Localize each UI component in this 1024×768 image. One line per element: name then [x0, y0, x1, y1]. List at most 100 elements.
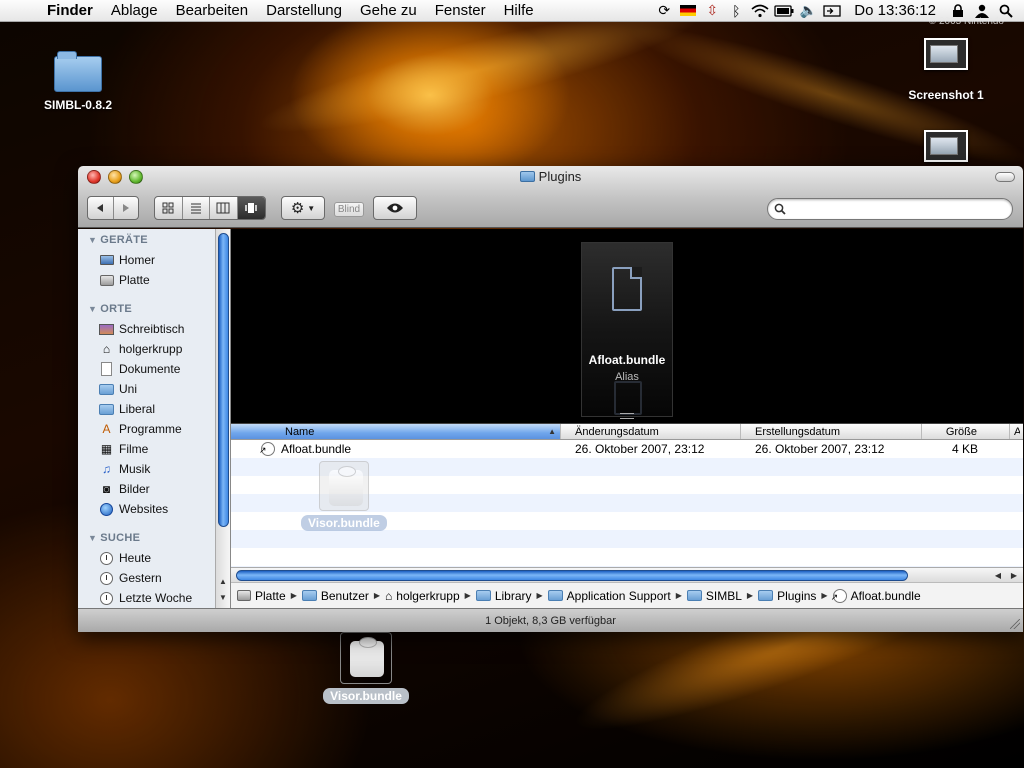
- list-view-button[interactable]: [183, 197, 210, 219]
- laptop-icon: [99, 254, 114, 267]
- horizontal-scroll-thumb[interactable]: [236, 570, 908, 581]
- sidebar-scrollbar[interactable]: ▲ ▼: [215, 229, 230, 608]
- input-icon[interactable]: ⇳: [700, 0, 724, 22]
- sidebar-section-title: GERÄTE: [100, 234, 148, 246]
- sidebar-item-letzte-woche[interactable]: Letzte Woche: [78, 588, 230, 608]
- folder-icon: [54, 51, 102, 92]
- path-label: Plugins: [777, 588, 817, 603]
- toolbar-toggle-button[interactable]: [995, 172, 1015, 182]
- scroll-left-arrow-icon[interactable]: ◀: [991, 569, 1005, 582]
- column-created[interactable]: Erstellungsdatum: [741, 424, 922, 439]
- path-separator-icon: ▶: [536, 591, 543, 600]
- sidebar-scroll-thumb[interactable]: [218, 233, 229, 527]
- sidebar-section-search[interactable]: ▼ SUCHE: [78, 528, 230, 548]
- menu-darstellung[interactable]: Darstellung: [257, 0, 351, 22]
- path-separator-icon: ▶: [746, 591, 754, 600]
- column-size[interactable]: Größe: [922, 424, 1010, 439]
- scroll-right-arrow-icon[interactable]: ▶: [1007, 569, 1021, 582]
- path-item-library[interactable]: Library: [475, 589, 532, 603]
- sidebar-item-label: Programme: [119, 422, 182, 436]
- document-icon: [612, 267, 642, 311]
- sync-icon[interactable]: ⟳: [652, 0, 676, 22]
- wifi-icon[interactable]: [748, 0, 772, 22]
- bundle-icon: [340, 632, 392, 684]
- desktop-folder-simbl[interactable]: SIMBL-0.8.2: [40, 51, 116, 112]
- action-button[interactable]: ⚙ ▼: [282, 197, 324, 219]
- search-input[interactable]: [790, 202, 1012, 216]
- path-item-home[interactable]: ⌂ holgerkrupp: [385, 589, 460, 603]
- path-bar: Platte ▶ Benutzer ▶ ⌂ holgerkrupp ▶ Libra…: [231, 582, 1023, 608]
- row-size: 4 KB: [951, 442, 978, 456]
- sidebar-section-places[interactable]: ▼ ORTE: [78, 299, 230, 319]
- window-titlebar[interactable]: Plugins ⚙ ▼ Blind: [78, 166, 1023, 228]
- sidebar-item-programme[interactable]: A Programme: [78, 419, 230, 439]
- battery-icon[interactable]: [772, 0, 796, 22]
- search-field[interactable]: [767, 198, 1013, 220]
- path-item-platte[interactable]: Platte: [237, 589, 286, 603]
- sidebar-item-schreibtisch[interactable]: Schreibtisch: [78, 319, 230, 339]
- coverflow-item[interactable]: Afloat.bundle Alias: [581, 242, 673, 417]
- menu-finder[interactable]: Finder: [38, 0, 102, 22]
- desktop-visor-bundle[interactable]: Visor.bundle: [316, 632, 416, 704]
- window-title-text: Plugins: [538, 169, 582, 184]
- path-item-application-support[interactable]: Application Support: [547, 589, 671, 603]
- sidebar-item-heute[interactable]: Heute: [78, 548, 230, 568]
- desktop-screenshot-label: Screenshot 1: [908, 88, 984, 102]
- column-name[interactable]: Name ▲: [231, 424, 561, 439]
- path-item-plugins[interactable]: Plugins: [758, 589, 816, 603]
- forward-button[interactable]: [114, 197, 139, 219]
- column-modified[interactable]: Änderungsdatum: [561, 424, 741, 439]
- back-button[interactable]: [88, 197, 114, 219]
- sidebar-item-uni[interactable]: Uni: [78, 379, 230, 399]
- gear-icon: ⚙: [290, 200, 305, 217]
- coverflow-view[interactable]: Afloat.bundle Alias: [231, 229, 1023, 424]
- table-row-empty: [231, 548, 1023, 566]
- coverflow-view-button[interactable]: [237, 197, 265, 219]
- desktop-screenshot[interactable]: Screenshot 1: [900, 38, 992, 102]
- table-row[interactable]: Afloat.bundle 26. Oktober 2007, 23:12 26…: [231, 440, 1023, 458]
- sidebar-item-platte[interactable]: Platte: [78, 270, 230, 290]
- sidebar-item-liberal[interactable]: Liberal: [78, 399, 230, 419]
- sidebar-item-homer[interactable]: Homer: [78, 250, 230, 270]
- column-view-button[interactable]: [210, 197, 238, 219]
- sidebar-item-websites[interactable]: Websites: [78, 499, 230, 519]
- menu-bearbeiten[interactable]: Bearbeiten: [167, 0, 258, 22]
- coverflow-item-title: Afloat.bundle: [588, 353, 666, 367]
- status-bar: 1 Objekt, 8,3 GB verfügbar: [78, 608, 1023, 632]
- column-kind[interactable]: A: [1010, 424, 1020, 439]
- blind-button[interactable]: Blind: [334, 202, 364, 217]
- path-item-afloat[interactable]: Afloat.bundle: [831, 588, 921, 603]
- path-item-simbl[interactable]: SIMBL: [686, 589, 742, 603]
- display-icon[interactable]: [820, 0, 844, 22]
- scroll-down-arrow-icon[interactable]: ▼: [216, 591, 230, 605]
- quicklook-button[interactable]: [374, 197, 416, 219]
- finder-window: Plugins ⚙ ▼ Blind ▼ GERÄTE Homer Platte …: [78, 166, 1023, 632]
- menu-fenster[interactable]: Fenster: [426, 0, 495, 22]
- sidebar-section-devices[interactable]: ▼ GERÄTE: [78, 230, 230, 250]
- sidebar-item-home[interactable]: ⌂ holgerkrupp: [78, 339, 230, 359]
- scroll-up-arrow-icon[interactable]: ▲: [216, 575, 230, 589]
- horizontal-scrollbar[interactable]: ◀ ▶: [231, 567, 1023, 582]
- flag-de-icon[interactable]: [676, 0, 700, 22]
- path-item-benutzer[interactable]: Benutzer: [301, 589, 369, 603]
- search-icon: [774, 203, 786, 215]
- volume-icon[interactable]: 🔈: [796, 0, 820, 22]
- icon-view-button[interactable]: [155, 197, 183, 219]
- sidebar-item-gestern[interactable]: Gestern: [78, 568, 230, 588]
- path-label: holgerkrupp: [396, 588, 460, 603]
- disclosure-triangle-icon: ▼: [88, 235, 98, 245]
- bluetooth-icon[interactable]: ᛒ: [724, 0, 748, 22]
- sort-ascending-icon: ▲: [548, 427, 556, 436]
- sidebar-item-filme[interactable]: ▦ Filme: [78, 439, 230, 459]
- menu-hilfe[interactable]: Hilfe: [495, 0, 543, 22]
- sidebar-item-musik[interactable]: ♫ Musik: [78, 459, 230, 479]
- desktop-screenshot-2[interactable]: [924, 130, 968, 162]
- sidebar-item-label: Musik: [119, 462, 151, 476]
- menu-ablage[interactable]: Ablage: [102, 0, 167, 22]
- sidebar-item-bilder[interactable]: ◙ Bilder: [78, 479, 230, 499]
- sidebar-item-dokumente[interactable]: Dokumente: [78, 359, 230, 379]
- resize-grip-icon[interactable]: [1010, 619, 1020, 629]
- coverflow-resize-handle[interactable]: [620, 413, 634, 419]
- path-separator-icon: ▶: [373, 591, 381, 600]
- menu-gehe-zu[interactable]: Gehe zu: [351, 0, 426, 22]
